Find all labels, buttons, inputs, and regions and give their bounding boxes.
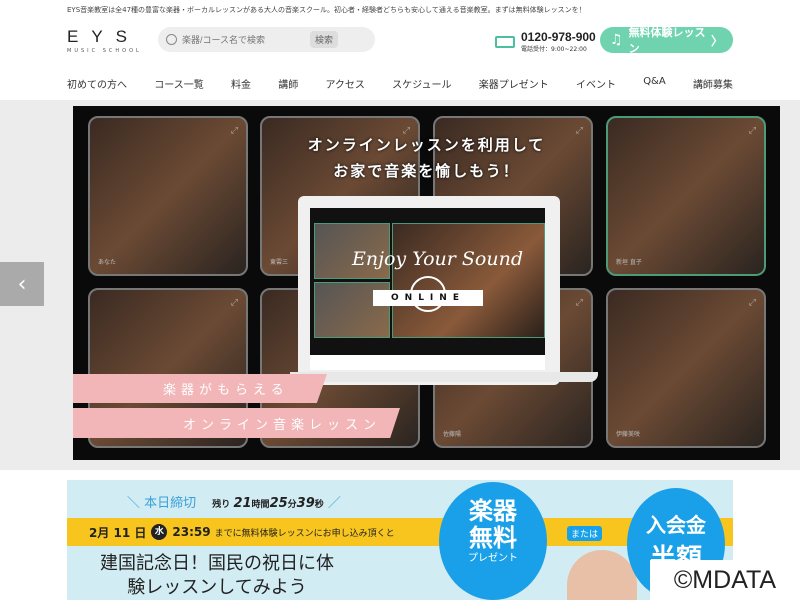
nav-first-time[interactable]: 初めての方へ [67, 76, 127, 91]
deadline-label: 本日締切 [144, 496, 197, 511]
deadline-row: ＼ 本日締切 残り 21時間25分39秒 ／ [127, 496, 341, 511]
campaign-banner[interactable]: ＼ 本日締切 残り 21時間25分39秒 ／ 2月 11 日 水 23:59 ま… [67, 480, 733, 600]
music-note-icon: ♫ [610, 32, 623, 48]
phone-number: 0120-978-900 [521, 30, 596, 44]
pink-band-2: オンライン音楽レッスン [73, 408, 400, 438]
or-label: または [567, 526, 603, 541]
free-dial-icon [495, 35, 515, 48]
watermark: ©MDATA [650, 560, 800, 600]
free-trial-button[interactable]: ♫ 無料体験レッスン 〉 [600, 26, 733, 55]
logo-subtext: MUSIC SCHOOL [67, 48, 142, 54]
nav-events[interactable]: イベント [576, 76, 616, 91]
banner-headline-1: オンラインレッスンを利用して [307, 136, 546, 154]
laptop-illustration: Enjoy Your Sound ONLINE [290, 196, 598, 385]
nav-instructors[interactable]: 講師 [278, 76, 298, 91]
site-tagline: EYS音楽教室は全47種の豊富な楽器・ボーカルレッスンがある大人の音楽スクール。… [67, 6, 586, 14]
free-instrument-badge: 楽器 無料 プレゼント [439, 482, 547, 600]
chevron-right-icon: 〉 [710, 33, 723, 48]
hero-banner[interactable]: ⤢ あなた ⤢ 東雲三 ⤢ ⤢ 新垣 直子 ⤢ ⤢ 佐藤陽 ⤢ 伊藤美咲 オンラインレッス… [73, 106, 780, 460]
banner-headline-2: お家で音楽を愉しもう！ [333, 162, 520, 180]
countdown: 残り 21時間25分39秒 [212, 496, 324, 511]
search-icon [166, 34, 177, 45]
logo-text: EYS [67, 27, 141, 46]
expand-icon: ⤢ [575, 298, 583, 308]
campaign-headline: 建国記念日！国民の祝日に体験レッスンしてみよう [100, 553, 334, 598]
video-tile: ⤢ 伊藤美咲 [606, 288, 766, 448]
nav-pricing[interactable]: 料金 [231, 76, 251, 91]
nav-instrument-present[interactable]: 楽器プレゼント [479, 76, 549, 91]
nav-access[interactable]: アクセス [325, 76, 365, 91]
carousel-prev-button[interactable]: ‹ [0, 262, 44, 306]
nav-qa[interactable]: Q&A [643, 76, 666, 91]
free-trial-label: 無料体験レッスン [628, 26, 706, 55]
search-button[interactable]: 検索 [310, 31, 339, 48]
weekday-badge: 水 [151, 524, 168, 540]
campaign-time: 23:59 [172, 525, 211, 539]
online-label: ONLINE [373, 290, 483, 306]
campaign-date: 2月 11 日 [89, 525, 147, 540]
expand-icon: ⤢ [230, 298, 238, 308]
date-tail: までに無料体験レッスンにお申し込み頂くと [214, 528, 395, 539]
phone-contact[interactable]: 0120-978-900 電話受付：9:00~22:00 [495, 30, 596, 53]
nav-schedule[interactable]: スケジュール [392, 76, 451, 91]
enjoy-your-sound: Enjoy Your Sound [352, 248, 523, 270]
nav-courses[interactable]: コース一覧 [154, 76, 204, 91]
search-input[interactable] [182, 34, 310, 45]
logo[interactable]: EYS MUSIC SCHOOL [67, 27, 142, 54]
phone-hours: 電話受付：9:00~22:00 [521, 46, 587, 53]
pink-band-1: 楽器がもらえる [73, 374, 327, 403]
main-nav: 初めての方へ コース一覧 料金 講師 アクセス スケジュール 楽器プレゼント イ… [67, 76, 733, 91]
nav-recruit[interactable]: 講師募集 [693, 76, 733, 91]
chevron-left-icon: ‹ [17, 271, 27, 297]
search-bar: 検索 [158, 27, 375, 52]
expand-icon: ⤢ [748, 298, 756, 308]
